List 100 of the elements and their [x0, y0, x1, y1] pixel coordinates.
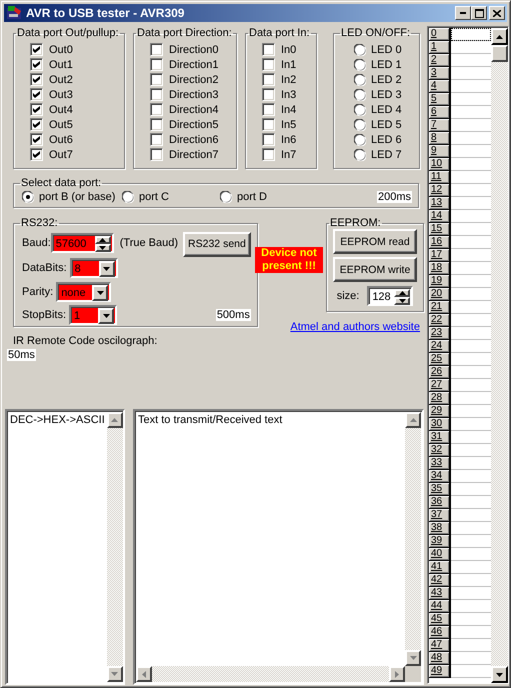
- parity-dropdown[interactable]: none: [56, 282, 112, 302]
- checkbox[interactable]: [150, 43, 163, 56]
- maximize-button[interactable]: [471, 6, 487, 20]
- row-header[interactable]: 3: [429, 67, 451, 80]
- row-header[interactable]: 26: [429, 366, 451, 379]
- row-header[interactable]: 1: [429, 41, 451, 54]
- checkbox[interactable]: [30, 118, 43, 131]
- checkbox[interactable]: [30, 73, 43, 86]
- radio-button[interactable]: [122, 190, 134, 202]
- minimize-button[interactable]: [455, 6, 471, 20]
- stopbits-dropdown[interactable]: 1: [69, 305, 118, 325]
- row-header[interactable]: 11: [429, 171, 451, 184]
- row-header[interactable]: 6: [429, 106, 451, 119]
- row-header[interactable]: 29: [429, 405, 451, 418]
- spin-down-button[interactable]: [394, 297, 410, 305]
- row-header[interactable]: 25: [429, 353, 451, 366]
- row-header[interactable]: 49: [429, 665, 451, 678]
- row-header[interactable]: 10: [429, 158, 451, 171]
- checkbox[interactable]: [262, 118, 275, 131]
- row-header[interactable]: 21: [429, 301, 451, 314]
- scroll-left-button[interactable]: [136, 666, 152, 682]
- row-header[interactable]: 27: [429, 379, 451, 392]
- row-header[interactable]: 36: [429, 496, 451, 509]
- checkbox[interactable]: [262, 133, 275, 146]
- checkbox[interactable]: [150, 118, 163, 131]
- spin-up-button[interactable]: [94, 236, 111, 244]
- row-header[interactable]: 38: [429, 522, 451, 535]
- row-header[interactable]: 30: [429, 418, 451, 431]
- row-header[interactable]: 45: [429, 613, 451, 626]
- radio-button[interactable]: [354, 44, 366, 56]
- checkbox[interactable]: [30, 88, 43, 101]
- row-header[interactable]: 32: [429, 444, 451, 457]
- close-button[interactable]: [489, 6, 505, 20]
- checkbox[interactable]: [30, 103, 43, 116]
- size-field[interactable]: 128: [367, 286, 414, 306]
- row-header[interactable]: 18: [429, 262, 451, 275]
- row-header[interactable]: 19: [429, 275, 451, 288]
- row-header[interactable]: 9: [429, 145, 451, 158]
- checkbox[interactable]: [150, 148, 163, 161]
- radio-button[interactable]: [354, 134, 366, 146]
- row-header[interactable]: 22: [429, 314, 451, 327]
- row-header[interactable]: 42: [429, 574, 451, 587]
- row-header[interactable]: 47: [429, 639, 451, 652]
- row-header[interactable]: 14: [429, 210, 451, 223]
- row-header[interactable]: 8: [429, 132, 451, 145]
- scroll-down-button[interactable]: [405, 650, 421, 666]
- databits-dropdown[interactable]: 8: [70, 258, 118, 278]
- checkbox[interactable]: [150, 133, 163, 146]
- row-header[interactable]: 13: [429, 197, 451, 210]
- converter-box[interactable]: DEC->HEX->ASCII: [5, 409, 125, 685]
- spin-up-button[interactable]: [394, 289, 410, 297]
- row-header[interactable]: 0: [429, 28, 451, 41]
- row-header[interactable]: 12: [429, 184, 451, 197]
- scrollbar[interactable]: [106, 412, 123, 682]
- checkbox[interactable]: [262, 88, 275, 101]
- row-header[interactable]: 48: [429, 652, 451, 665]
- row-header[interactable]: 5: [429, 93, 451, 106]
- checkbox[interactable]: [150, 58, 163, 71]
- row-header[interactable]: 17: [429, 249, 451, 262]
- row-header[interactable]: 4: [429, 80, 451, 93]
- eeprom-write-button[interactable]: EEPROM write: [333, 257, 417, 282]
- scroll-down-button[interactable]: [491, 666, 508, 683]
- scroll-right-button[interactable]: [389, 666, 405, 682]
- send-button[interactable]: RS232 send: [183, 232, 251, 256]
- scrollbar[interactable]: [491, 28, 508, 683]
- radio-button[interactable]: [354, 148, 366, 160]
- row-header[interactable]: 7: [429, 119, 451, 132]
- row-header[interactable]: 15: [429, 223, 451, 236]
- scrollbar[interactable]: [405, 412, 421, 666]
- checkbox[interactable]: [262, 103, 275, 116]
- grid-cell[interactable]: [451, 28, 491, 41]
- scroll-down-button[interactable]: [106, 666, 123, 682]
- text-area[interactable]: Text to transmit/Received text: [133, 409, 424, 685]
- row-grid[interactable]: 0 1 2 3 4 5 6 7 8 9 10 11 12 13 14 15 16 17 18 19 20 21 22 23 24 25 26 27 28 29 30 31 32 33 34 35 36 37 38 39 40 41 42 43 44 45 46 47 48 49: [427, 26, 509, 684]
- row-header[interactable]: 34: [429, 470, 451, 483]
- checkbox[interactable]: [30, 133, 43, 146]
- row-header[interactable]: 24: [429, 340, 451, 353]
- checkbox[interactable]: [150, 103, 163, 116]
- website-link[interactable]: Atmel and authors website: [290, 321, 420, 333]
- row-header[interactable]: 44: [429, 600, 451, 613]
- scroll-up-button[interactable]: [491, 28, 508, 45]
- scrollbar[interactable]: [136, 666, 405, 682]
- row-header[interactable]: 16: [429, 236, 451, 249]
- row-header[interactable]: 28: [429, 392, 451, 405]
- checkbox[interactable]: [262, 58, 275, 71]
- baud-field[interactable]: 57600: [50, 233, 114, 253]
- row-header[interactable]: 35: [429, 483, 451, 496]
- spin-down-button[interactable]: [94, 244, 111, 252]
- checkbox[interactable]: [30, 43, 43, 56]
- scroll-up-button[interactable]: [106, 412, 123, 428]
- radio-button[interactable]: [354, 74, 366, 86]
- row-header[interactable]: 37: [429, 509, 451, 522]
- radio-button[interactable]: [354, 58, 366, 70]
- row-header[interactable]: 46: [429, 626, 451, 639]
- scroll-thumb[interactable]: [491, 45, 508, 62]
- radio-button[interactable]: [354, 104, 366, 116]
- row-header[interactable]: 40: [429, 548, 451, 561]
- checkbox[interactable]: [150, 88, 163, 101]
- scroll-up-button[interactable]: [405, 412, 421, 428]
- row-header[interactable]: 43: [429, 587, 451, 600]
